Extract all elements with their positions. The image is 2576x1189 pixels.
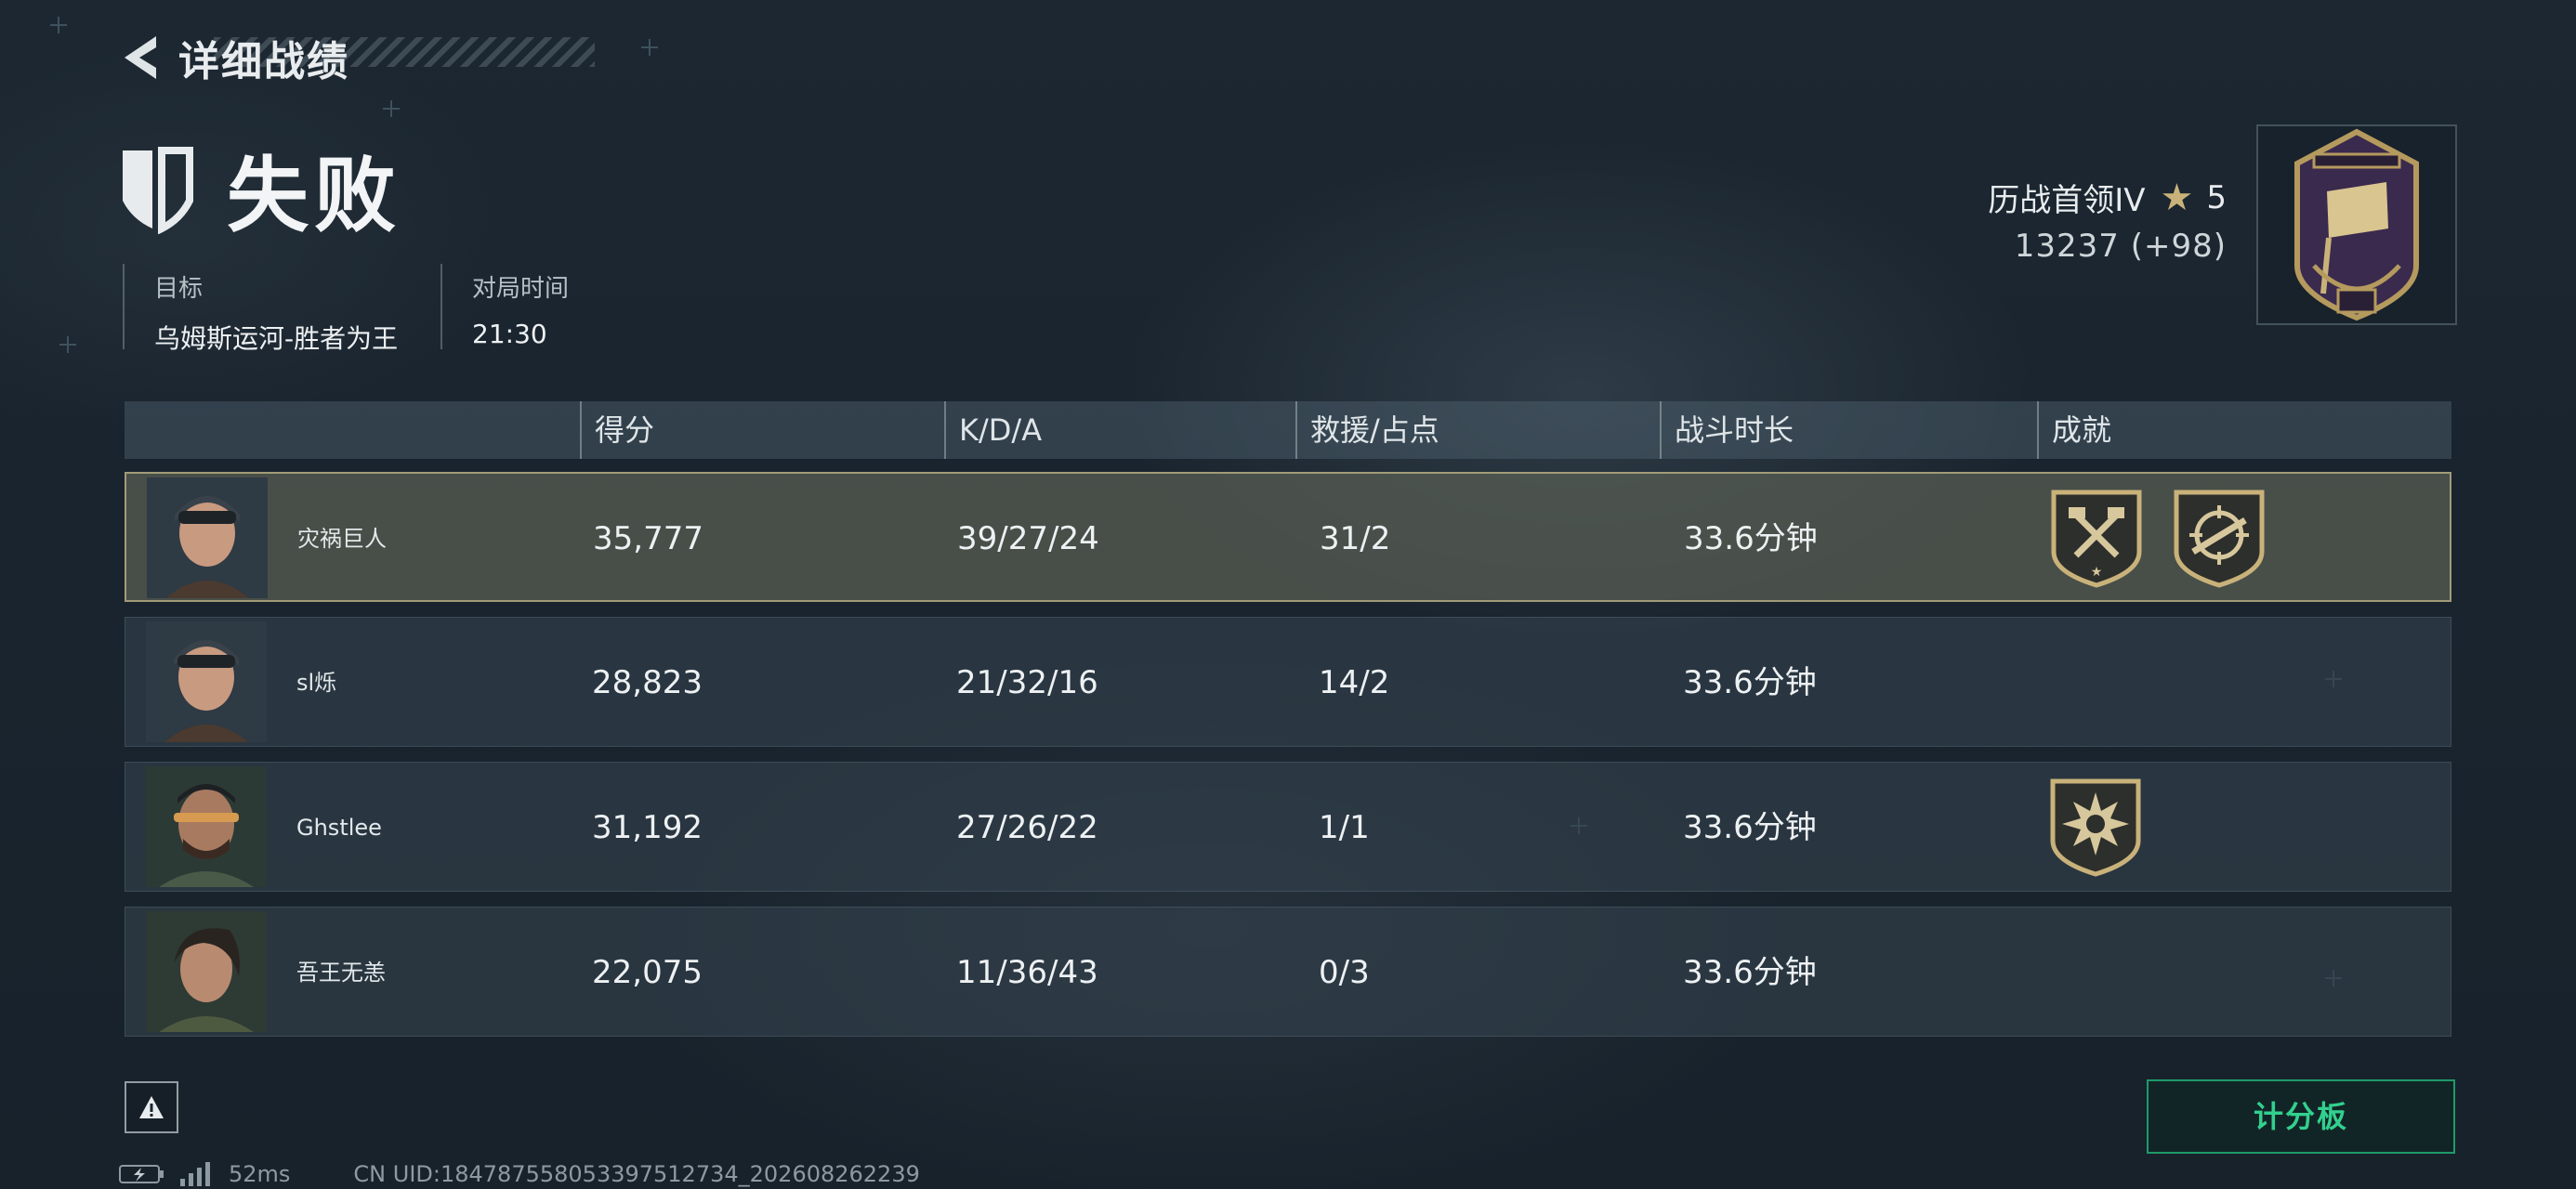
decor-cross bbox=[383, 100, 400, 117]
crosshair-rifle-badge-icon[interactable] bbox=[2171, 487, 2267, 589]
duration-value: 21:30 bbox=[472, 319, 547, 349]
result-text: 失败 bbox=[227, 148, 402, 243]
decor-cross bbox=[641, 39, 658, 56]
rank-emblem-icon bbox=[2294, 128, 2419, 321]
col-score: 得分 bbox=[580, 401, 654, 459]
warning-icon bbox=[139, 1096, 164, 1118]
decor-cross bbox=[50, 17, 67, 33]
player-score: 35,777 bbox=[593, 520, 703, 557]
decor-cross bbox=[59, 336, 76, 353]
match-result: 失败 bbox=[119, 130, 401, 248]
player-rescue: 1/1 bbox=[1319, 809, 1370, 846]
objective-value: 乌姆斯运河-胜者为王 bbox=[154, 323, 399, 354]
table-row[interactable]: 吾王无恙 22,075 11/36/43 0/3 33.6分钟 bbox=[125, 907, 2451, 1037]
svg-text:★: ★ bbox=[2091, 565, 2103, 580]
player-name: 灾祸巨人 bbox=[297, 526, 387, 552]
player-score: 28,823 bbox=[592, 664, 703, 701]
rank-stars: 5 bbox=[2206, 178, 2227, 216]
objective-block: 目标 乌姆斯运河-胜者为王 bbox=[123, 264, 398, 354]
table-header: 得分 K/D/A 救援/占点 战斗时长 成就 bbox=[125, 401, 2451, 459]
duration-block: 对局时间 21:30 bbox=[440, 264, 569, 349]
player-name: sl烁 bbox=[296, 670, 337, 696]
player-name: 吾王无恙 bbox=[296, 960, 386, 986]
player-kda: 27/26/22 bbox=[956, 809, 1098, 846]
player-kda: 11/36/43 bbox=[956, 954, 1098, 991]
battery-icon bbox=[119, 1165, 164, 1183]
rank-title: 历战首领IV bbox=[1988, 182, 2146, 219]
col-duration: 战斗时长 bbox=[1660, 401, 1794, 459]
col-achievements: 成就 bbox=[2037, 401, 2111, 459]
defeat-shield-icon bbox=[123, 146, 193, 234]
player-rescue: 14/2 bbox=[1319, 664, 1390, 701]
explosion-badge-icon[interactable] bbox=[2047, 776, 2144, 878]
status-bar: 52ms CN UID:1847875580533975127​34_20260… bbox=[119, 1161, 920, 1187]
report-button[interactable] bbox=[125, 1081, 178, 1133]
page-title: 详细战绩 bbox=[178, 38, 349, 85]
uid-text: CN UID:1847875580533975127​34_2026082622… bbox=[353, 1161, 920, 1187]
player-name: Ghstlee bbox=[296, 815, 382, 841]
back-button[interactable]: 详细战绩 bbox=[119, 28, 349, 87]
avatar bbox=[147, 477, 268, 598]
signal-icon bbox=[180, 1162, 210, 1186]
table-row[interactable]: Ghstlee 31,192 27/26/22 1/1 33.6分钟 bbox=[125, 762, 2451, 892]
player-score: 31,192 bbox=[592, 809, 703, 846]
rank-info: 历战首领IV ★ 5 13237 (+98) bbox=[1988, 175, 2227, 266]
player-kda: 21/32/16 bbox=[956, 664, 1098, 701]
col-rescue: 救援/占点 bbox=[1295, 401, 1439, 459]
player-duration: 33.6分钟 bbox=[1683, 664, 1817, 701]
table-row[interactable]: sl烁 28,823 21/32/16 14/2 33.6分钟 bbox=[125, 617, 2451, 747]
player-kda: 39/27/24 bbox=[957, 520, 1099, 557]
player-rescue: 0/3 bbox=[1319, 954, 1370, 991]
axes-badge-icon[interactable]: ★ bbox=[2048, 487, 2145, 589]
rank-score: 13237 (+98) bbox=[2014, 228, 2227, 265]
col-kda: K/D/A bbox=[944, 401, 1042, 459]
star-icon: ★ bbox=[2160, 176, 2194, 219]
avatar bbox=[146, 621, 267, 742]
avatar bbox=[146, 766, 267, 887]
rank-badge-frame[interactable] bbox=[2256, 124, 2457, 325]
duration-label: 对局时间 bbox=[472, 275, 570, 303]
player-rescue: 31/2 bbox=[1320, 520, 1391, 557]
player-duration: 33.6分钟 bbox=[1684, 520, 1818, 557]
ping-value: 52ms bbox=[229, 1161, 291, 1187]
player-duration: 33.6分钟 bbox=[1683, 954, 1817, 991]
back-arrow-icon bbox=[125, 36, 156, 79]
scoreboard-button[interactable]: 计分板 bbox=[2147, 1079, 2455, 1154]
player-duration: 33.6分钟 bbox=[1683, 809, 1817, 846]
player-score: 22,075 bbox=[592, 954, 703, 991]
table-row[interactable]: 灾祸巨人 35,777 39/27/24 31/2 33.6分钟 ★ bbox=[125, 472, 2451, 602]
avatar bbox=[146, 911, 267, 1032]
objective-label: 目标 bbox=[154, 275, 204, 303]
